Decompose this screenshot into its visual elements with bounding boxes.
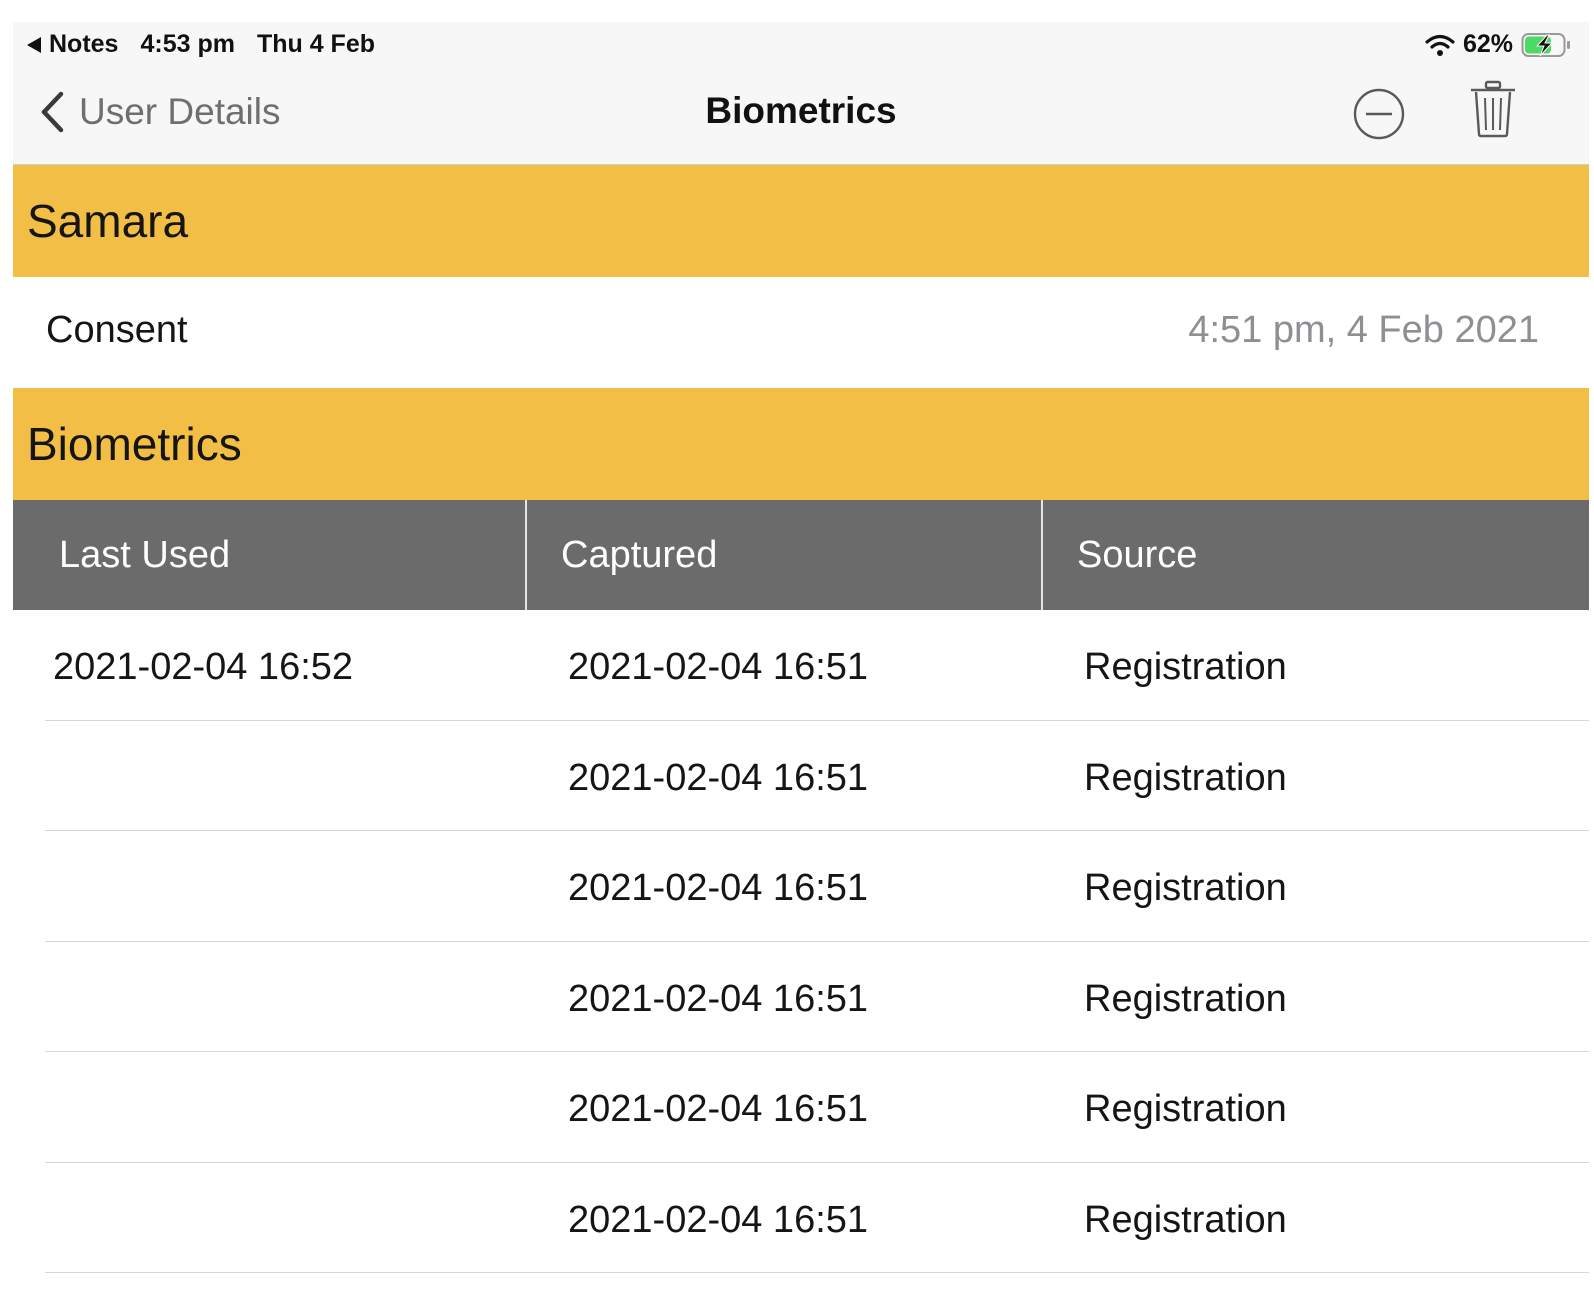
cell-source: Registration bbox=[1084, 867, 1287, 909]
cell-captured: 2021-02-04 16:51 bbox=[568, 646, 869, 688]
status-time: 4:53 pm bbox=[140, 30, 235, 58]
cell-source: Registration bbox=[1084, 1088, 1287, 1130]
table-row[interactable]: 2021-02-04 16:51 Registration bbox=[13, 942, 1589, 1053]
cell-captured: 2021-02-04 16:51 bbox=[568, 867, 869, 909]
cell-captured: 2021-02-04 16:51 bbox=[568, 1088, 869, 1130]
table-row[interactable]: 2021-02-04 16:51 Registration bbox=[13, 721, 1589, 832]
consent-row[interactable]: Consent 4:51 pm, 4 Feb 2021 bbox=[13, 277, 1589, 388]
app-frame: Notes 4:53 pm Thu 4 Feb 62% User Details… bbox=[13, 22, 1589, 1304]
biometrics-table-body: 2021-02-04 16:52 2021-02-04 16:51 Regist… bbox=[13, 610, 1589, 1273]
cell-last-used: 2021-02-04 16:52 bbox=[53, 646, 354, 688]
wifi-icon bbox=[1425, 34, 1455, 56]
table-header: Last Used Captured Source bbox=[13, 500, 1589, 610]
cell-captured: 2021-02-04 16:51 bbox=[568, 977, 869, 1020]
cell-captured: 2021-02-04 16:51 bbox=[568, 756, 869, 799]
biometrics-section-header: Biometrics bbox=[13, 388, 1589, 500]
column-header-captured[interactable]: Captured bbox=[527, 500, 1043, 610]
cell-captured: 2021-02-04 16:51 bbox=[568, 1198, 869, 1241]
table-row[interactable]: 2021-02-04 16:51 Registration bbox=[13, 831, 1589, 942]
cell-source: Registration bbox=[1084, 756, 1287, 799]
minus-circle-icon[interactable] bbox=[1351, 86, 1407, 142]
status-date: Thu 4 Feb bbox=[256, 30, 376, 58]
status-left: Notes 4:53 pm Thu 4 Feb bbox=[27, 30, 375, 59]
back-app-label: Notes bbox=[49, 30, 119, 58]
status-bar: Notes 4:53 pm Thu 4 Feb 62% bbox=[13, 22, 1589, 64]
table-row[interactable]: 2021-02-04 16:51 Registration bbox=[13, 1163, 1589, 1274]
person-section-header: Samara bbox=[13, 165, 1589, 277]
table-row[interactable]: 2021-02-04 16:51 Registration bbox=[13, 1052, 1589, 1163]
back-to-app[interactable]: Notes bbox=[27, 30, 118, 59]
trash-icon[interactable] bbox=[1469, 80, 1517, 138]
status-right: 62% bbox=[1425, 30, 1571, 59]
battery-charging-icon bbox=[1521, 32, 1570, 57]
column-header-last-used[interactable]: Last Used bbox=[13, 500, 527, 610]
back-triangle-icon bbox=[27, 36, 41, 53]
battery-percentage: 62% bbox=[1462, 30, 1513, 58]
cell-source: Registration bbox=[1084, 646, 1287, 688]
table-row[interactable]: 2021-02-04 16:52 2021-02-04 16:51 Regist… bbox=[13, 610, 1589, 721]
consent-value: 4:51 pm, 4 Feb 2021 bbox=[1188, 309, 1539, 351]
navigation-bar: User Details Biometrics bbox=[13, 64, 1589, 165]
cell-source: Registration bbox=[1084, 1198, 1287, 1241]
cell-source: Registration bbox=[1084, 977, 1287, 1020]
consent-label: Consent bbox=[46, 309, 188, 351]
column-header-source[interactable]: Source bbox=[1043, 500, 1589, 610]
